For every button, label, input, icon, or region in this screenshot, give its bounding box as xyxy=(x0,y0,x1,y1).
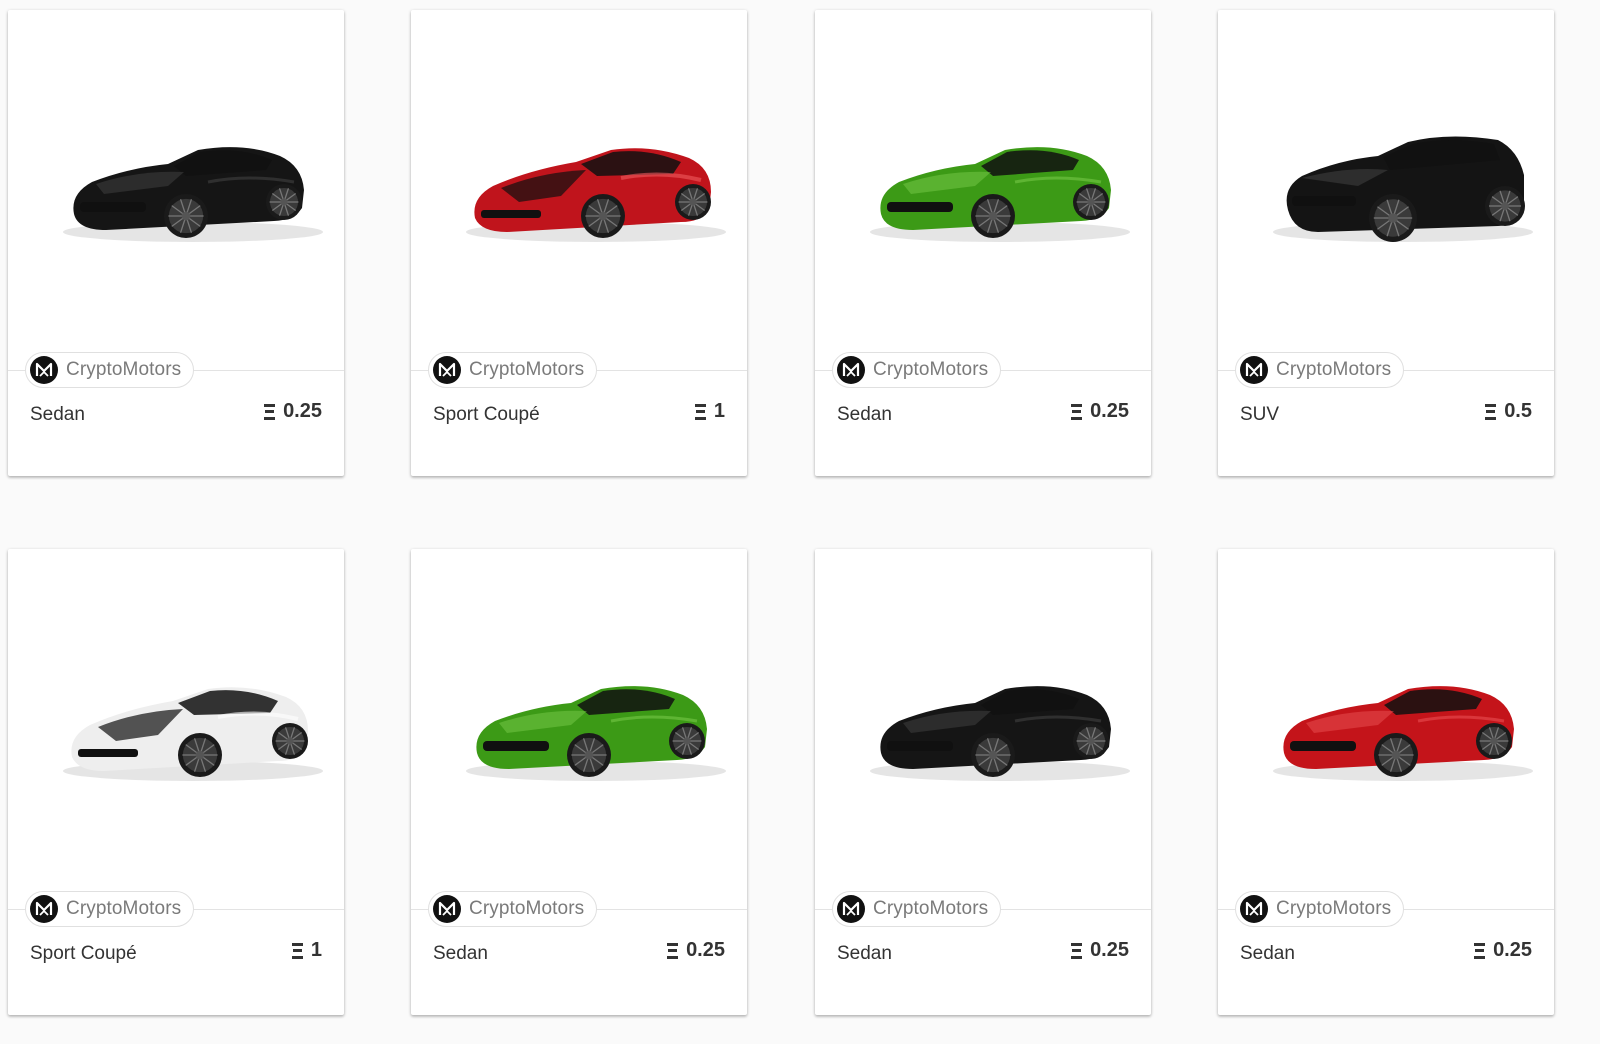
car-card[interactable]: CryptoMotors Sport Coupé 1 xyxy=(8,549,344,1015)
ethereum-icon xyxy=(1474,942,1486,959)
price-value: 0.25 xyxy=(283,400,322,422)
price-value: 0.25 xyxy=(1090,400,1129,422)
price: 0.25 xyxy=(1071,400,1129,423)
car-card[interactable]: CryptoMotors Sedan 0.25 xyxy=(815,10,1151,476)
brand-name: CryptoMotors xyxy=(469,359,585,380)
price-value: 0.25 xyxy=(1090,939,1129,961)
brand-name: CryptoMotors xyxy=(873,359,989,380)
cryptomotors-logo-icon xyxy=(837,356,865,384)
car-type-label: Sedan xyxy=(433,943,488,964)
price-value: 0.5 xyxy=(1504,400,1532,422)
car-image xyxy=(8,10,344,370)
ethereum-icon xyxy=(1071,403,1083,420)
brand-chip[interactable]: CryptoMotors xyxy=(428,891,598,927)
brand-chip[interactable]: CryptoMotors xyxy=(832,891,1002,927)
brand-name: CryptoMotors xyxy=(66,359,182,380)
cryptomotors-logo-icon xyxy=(30,356,58,384)
car-type-label: Sedan xyxy=(837,943,892,964)
cryptomotors-logo-icon xyxy=(1240,895,1268,923)
ethereum-icon xyxy=(694,403,706,420)
ethereum-icon xyxy=(1071,942,1083,959)
car-type-label: Sedan xyxy=(837,404,892,425)
cryptomotors-logo-icon xyxy=(433,895,461,923)
brand-chip[interactable]: CryptoMotors xyxy=(832,352,1002,388)
price: 1 xyxy=(694,400,725,423)
price: 0.25 xyxy=(1071,939,1129,962)
brand-name: CryptoMotors xyxy=(873,898,989,919)
price: 1 xyxy=(291,939,322,962)
car-image xyxy=(1218,549,1554,909)
car-type-label: Sport Coupé xyxy=(433,404,540,425)
price: 0.25 xyxy=(264,400,322,423)
car-card[interactable]: CryptoMotors Sedan 0.25 xyxy=(815,549,1151,1015)
car-grid: CryptoMotors Sedan 0.25 CryptoMotors Spo… xyxy=(0,0,1600,1044)
car-card[interactable]: CryptoMotors Sport Coupé 1 xyxy=(411,10,747,476)
price: 0.25 xyxy=(667,939,725,962)
price-value: 0.25 xyxy=(1493,939,1532,961)
ethereum-icon xyxy=(667,942,679,959)
price: 0.5 xyxy=(1485,400,1532,423)
car-image xyxy=(411,549,747,909)
car-image xyxy=(815,549,1151,909)
brand-name: CryptoMotors xyxy=(66,898,182,919)
ethereum-icon xyxy=(264,403,276,420)
price-value: 1 xyxy=(310,939,322,961)
car-card[interactable]: CryptoMotors Sedan 0.25 xyxy=(1218,549,1554,1015)
car-image xyxy=(8,549,344,909)
car-image xyxy=(411,10,747,370)
car-card[interactable]: CryptoMotors SUV 0.5 xyxy=(1218,10,1554,476)
brand-name: CryptoMotors xyxy=(469,898,585,919)
brand-chip[interactable]: CryptoMotors xyxy=(1235,891,1405,927)
car-card[interactable]: CryptoMotors Sedan 0.25 xyxy=(411,549,747,1015)
car-image xyxy=(815,10,1151,370)
price-value: 1 xyxy=(713,400,725,422)
car-type-label: Sport Coupé xyxy=(30,943,137,964)
car-image xyxy=(1218,10,1554,370)
brand-chip[interactable]: CryptoMotors xyxy=(25,352,195,388)
car-type-label: Sedan xyxy=(30,404,85,425)
ethereum-icon xyxy=(291,942,303,959)
price: 0.25 xyxy=(1474,939,1532,962)
brand-chip[interactable]: CryptoMotors xyxy=(25,891,195,927)
ethereum-icon xyxy=(1485,403,1497,420)
cryptomotors-logo-icon xyxy=(433,356,461,384)
car-card[interactable]: CryptoMotors Sedan 0.25 xyxy=(8,10,344,476)
car-type-label: SUV xyxy=(1240,404,1280,425)
cryptomotors-logo-icon xyxy=(30,895,58,923)
cryptomotors-logo-icon xyxy=(1240,356,1268,384)
brand-name: CryptoMotors xyxy=(1276,359,1392,380)
brand-name: CryptoMotors xyxy=(1276,898,1392,919)
brand-chip[interactable]: CryptoMotors xyxy=(1235,352,1405,388)
price-value: 0.25 xyxy=(686,939,725,961)
car-type-label: Sedan xyxy=(1240,943,1295,964)
brand-chip[interactable]: CryptoMotors xyxy=(428,352,598,388)
cryptomotors-logo-icon xyxy=(837,895,865,923)
